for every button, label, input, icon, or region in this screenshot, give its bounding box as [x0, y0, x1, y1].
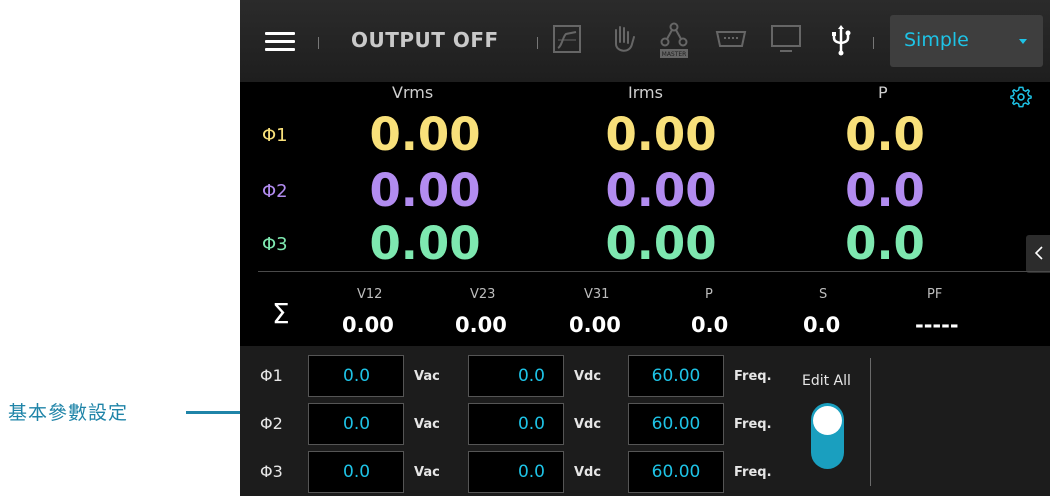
- separator: [318, 37, 319, 49]
- monitor-icon[interactable]: [770, 24, 802, 54]
- sigma-symbol: Σ: [272, 297, 290, 330]
- hand-icon[interactable]: [608, 24, 638, 56]
- phase-1-freq-input[interactable]: 60.00: [628, 355, 724, 397]
- annotation-pointer-line: [186, 411, 240, 414]
- settings-phase-1-label: Φ1: [260, 366, 283, 385]
- summary-v31-value: 0.00: [569, 313, 621, 337]
- phase-2-vac-input[interactable]: 0.0: [308, 403, 404, 445]
- mode-dropdown[interactable]: Simple: [890, 15, 1043, 67]
- phase-1-vdc-input[interactable]: 0.0: [468, 355, 564, 397]
- vdc-unit-label: Vdc: [574, 417, 602, 432]
- phase-3-label: Φ3: [262, 234, 288, 255]
- caret-down-icon: [1019, 39, 1027, 44]
- settings-phase-2-label: Φ2: [260, 414, 283, 433]
- phase-1-irms-value: 0.00: [605, 108, 717, 161]
- irms-header: Irms: [628, 83, 663, 102]
- separator: [873, 37, 874, 49]
- gear-icon[interactable]: [1010, 86, 1032, 108]
- phase-1-vrms-value: 0.00: [369, 108, 481, 161]
- output-status-button[interactable]: OUTPUT OFF: [351, 28, 499, 52]
- phase-3-vdc-input[interactable]: 0.0: [468, 451, 564, 493]
- summary-s-label: S: [819, 287, 828, 302]
- summary-s-value: 0.0: [803, 313, 841, 337]
- top-bar: OUTPUT OFF MASTER Simple: [240, 0, 1050, 82]
- master-badge-text: MASTER: [662, 51, 687, 58]
- phase-3-freq-input[interactable]: 60.00: [628, 451, 724, 493]
- phase-2-label: Φ2: [262, 181, 288, 202]
- side-panel-toggle[interactable]: [1026, 235, 1050, 273]
- vac-unit-label: Vac: [414, 417, 440, 432]
- phase-2-irms-value: 0.00: [605, 164, 717, 217]
- phase-2-power-value: 0.0: [845, 164, 925, 217]
- chevron-left-icon: [1035, 246, 1043, 260]
- summary-v23-label: V23: [470, 287, 496, 302]
- p-header: P: [878, 83, 888, 102]
- summary-v12-label: V12: [357, 287, 383, 302]
- vac-unit-label: Vac: [414, 465, 440, 480]
- freq-unit-label: Freq.: [734, 369, 772, 384]
- device-screen: OUTPUT OFF MASTER Simple Vrms Irms P Φ1 …: [240, 0, 1050, 496]
- phase-1-vac-input[interactable]: 0.0: [308, 355, 404, 397]
- waveform-icon[interactable]: [552, 24, 582, 54]
- phase-3-power-value: 0.0: [845, 217, 925, 270]
- remote-port-icon[interactable]: [715, 30, 747, 48]
- phase-1-label: Φ1: [262, 125, 288, 146]
- divider: [870, 358, 871, 486]
- menu-icon[interactable]: [265, 32, 295, 52]
- freq-unit-label: Freq.: [734, 465, 772, 480]
- phase-2-vdc-input[interactable]: 0.0: [468, 403, 564, 445]
- mode-dropdown-value: Simple: [904, 29, 969, 51]
- phase-3-vrms-value: 0.00: [369, 217, 481, 270]
- summary-p-label: P: [705, 287, 713, 302]
- settings-phase-3-label: Φ3: [260, 462, 283, 481]
- summary-v31-label: V31: [584, 287, 610, 302]
- phase-3-irms-value: 0.00: [605, 217, 717, 270]
- phase-1-power-value: 0.0: [845, 108, 925, 161]
- vdc-unit-label: Vdc: [574, 369, 602, 384]
- divider: [258, 271, 1050, 272]
- phase-2-freq-input[interactable]: 60.00: [628, 403, 724, 445]
- separator: [537, 37, 538, 49]
- vrms-header: Vrms: [392, 83, 434, 102]
- phase-3-vac-input[interactable]: 0.0: [308, 451, 404, 493]
- phase-2-vrms-value: 0.00: [369, 164, 481, 217]
- toggle-knob: [813, 406, 842, 435]
- edit-all-toggle[interactable]: [811, 403, 844, 469]
- summary-p-value: 0.0: [691, 313, 729, 337]
- freq-unit-label: Freq.: [734, 417, 772, 432]
- summary-pf-label: PF: [927, 287, 943, 302]
- summary-v23-value: 0.00: [455, 313, 507, 337]
- usb-icon[interactable]: [829, 24, 853, 56]
- edit-all-label: Edit All: [802, 373, 851, 389]
- vac-unit-label: Vac: [414, 369, 440, 384]
- annotation-label: 基本參數設定: [8, 402, 129, 424]
- summary-v12-value: 0.00: [342, 313, 394, 337]
- vdc-unit-label: Vdc: [574, 465, 602, 480]
- summary-pf-value: -----: [915, 313, 959, 337]
- master-icon[interactable]: MASTER: [659, 22, 689, 60]
